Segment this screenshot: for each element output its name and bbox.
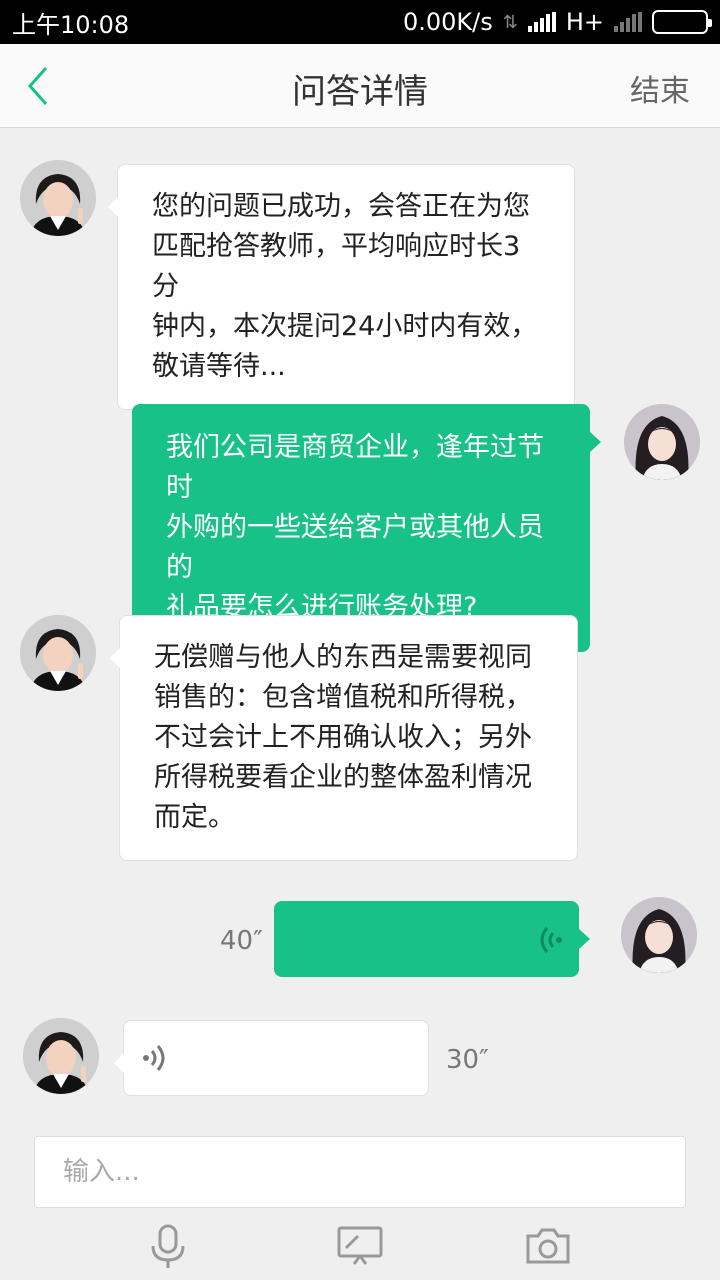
- signal-icon: [527, 12, 556, 32]
- avatar[interactable]: [20, 615, 96, 691]
- network-speed: 0.00K/s: [402, 8, 493, 36]
- data-arrows-icon: ⇅: [502, 11, 518, 33]
- voice-duration: 40″: [220, 926, 263, 956]
- user-avatar-icon: [624, 404, 700, 480]
- end-button[interactable]: 结束: [630, 66, 690, 110]
- voice-message-bubble[interactable]: [274, 901, 590, 977]
- status-time: 上午10:08: [12, 10, 130, 39]
- message-bubble: 无偿赠与他人的东西是需要视同 销售的：包含增值税和所得税， 不过会计上不用确认收…: [110, 615, 578, 861]
- user-avatar-icon: [621, 897, 697, 973]
- screen-share-icon[interactable]: [336, 1222, 384, 1270]
- microphone-icon[interactable]: [144, 1222, 192, 1270]
- voice-message-bubble[interactable]: [114, 1020, 429, 1096]
- avatar[interactable]: [20, 160, 96, 236]
- network-type: H+: [565, 8, 604, 36]
- message-text: 我们公司是商贸企业，逢年过节时 外购的一些送给客户或其他人员的 礼品要怎么进行账…: [166, 432, 544, 623]
- message-text: 您的问题已成功，会答正在为您 匹配抢答教师，平均响应时长3分 钟内，本次提问24…: [152, 191, 538, 382]
- avatar[interactable]: [624, 404, 700, 480]
- message-bubble: 您的问题已成功，会答正在为您 匹配抢答教师，平均响应时长3分 钟内，本次提问24…: [108, 164, 575, 410]
- status-bar: 上午10:08 0.00K/s ⇅ H+: [0, 0, 720, 44]
- teacher-avatar-icon: [20, 615, 96, 691]
- voice-duration: 30″: [446, 1045, 489, 1075]
- voice-wave-icon: [143, 1045, 165, 1071]
- nav-bar: 问答详情 结束: [0, 44, 720, 128]
- battery-icon: [652, 10, 712, 34]
- page-title: 问答详情: [292, 72, 428, 112]
- teacher-avatar-icon: [20, 160, 96, 236]
- signal-secondary-icon: [614, 12, 642, 32]
- avatar[interactable]: [23, 1018, 99, 1094]
- voice-wave-icon: [540, 927, 562, 953]
- message-text: 无偿赠与他人的东西是需要视同 销售的：包含增值税和所得税， 不过会计上不用确认收…: [154, 642, 532, 833]
- camera-icon[interactable]: [524, 1222, 572, 1270]
- avatar[interactable]: [621, 897, 697, 973]
- teacher-avatar-icon: [23, 1018, 99, 1094]
- message-input[interactable]: [34, 1136, 686, 1208]
